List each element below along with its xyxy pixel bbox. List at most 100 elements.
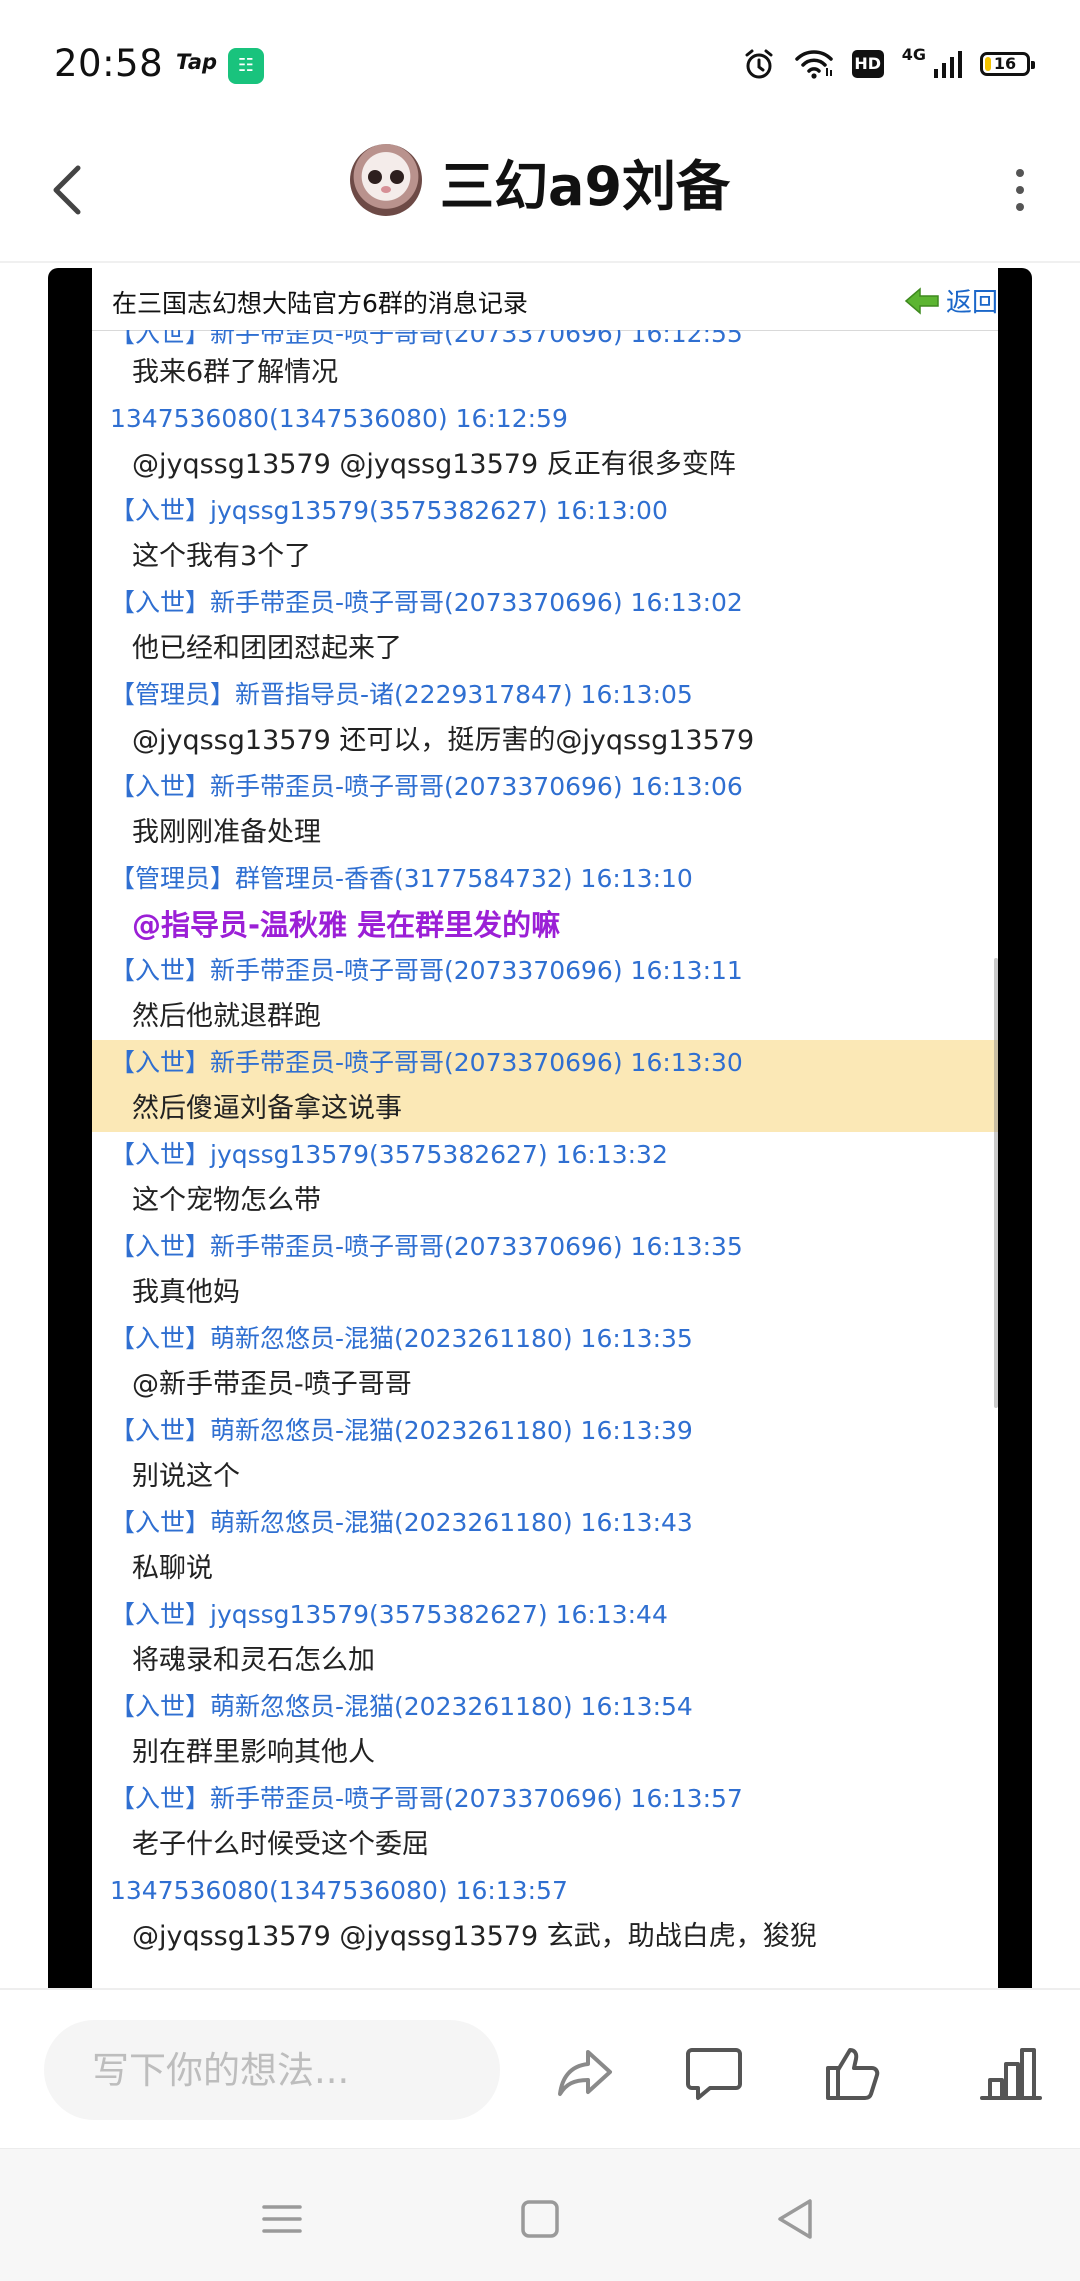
message-text: 别说这个 [132,1461,240,1492]
hd-icon: HD [851,50,884,78]
menu-icon [262,2205,302,2233]
message-text: 这个我有3个了 [132,541,312,572]
post-action-bar [0,1988,1080,2150]
battery-icon: 16 [980,52,1035,76]
message: 【管理员】新晋指导员-诸(2229317847) 16:13:05 @jyqssg… [92,672,998,764]
chat-record-title: 在三国志幻想大陆官方6群的消息记录 [112,289,528,318]
page-title[interactable]: 三幻a9刘备 [440,142,730,221]
back-button[interactable] [40,150,100,230]
message-text: 别在群里影响其他人 [132,1737,375,1768]
message-text: 老子什么时候受这个委屈 [132,1829,429,1860]
system-back-button[interactable] [766,2189,826,2249]
message: 【入世】jyqssg13579(3575382627) 16:13:32 这个宠物… [92,1132,998,1224]
status-time: 20:58 [54,42,164,85]
battery-level: 16 [993,54,1017,73]
chat-record-back-label: 返回 [945,288,998,318]
message-highlighted: 【入世】新手带歪员-喷子哥哥(2073370696) 16:13:30 然后傻逼刘… [92,1040,998,1132]
more-vertical-icon [1016,169,1024,177]
message-sender: 【入世】新手带歪员-喷子哥哥(2073370696) 16:13:06 [110,772,743,801]
header-divider [0,261,1080,263]
triangle-back-icon [778,2199,812,2239]
message-sender: 【入世】新手带歪员-喷子哥哥(2073370696) 16:13:30 [110,1048,743,1077]
avatar-eye-right [390,170,404,184]
share-button[interactable] [548,2034,624,2110]
message: 【入世】新手带歪员-喷子哥哥(2073370696) 16:13:35 我真他妈 [92,1224,998,1316]
message-text: 我刚刚准备处理 [132,817,321,848]
stats-button[interactable] [974,2034,1050,2110]
message-text: 私聊说 [132,1553,213,1584]
message: 【入世】萌新忽悠员-混猫(2023261180) 16:13:43 私聊说 [92,1500,998,1592]
message-text: @jyqssg13579 @jyqssg13579 反正有很多变阵 [132,449,736,480]
message-sender: 【管理员】群管理员-香香(3177584732) 16:13:10 [110,864,693,893]
message-sender: 【入世】新手带歪员-喷子哥哥(2073370696) 16:13:57 [110,1784,743,1813]
message-text: 然后他就退群跑 [132,1001,321,1032]
message-sender: 【入世】萌新忽悠员-混猫(2023261180) 16:13:43 [110,1508,693,1537]
tap-app-icon: Tap [176,50,218,74]
avatar[interactable] [350,144,422,216]
message: 1347536080(1347536080) 16:13:57 @jyqssg13… [92,1868,998,1960]
status-bar: 20:58 Tap ☷ HD 4G 16 [0,0,1080,120]
message-sender: 【入世】新手带歪员-喷子哥哥(2073370696) 16:12:55 [110,330,743,348]
message: 【入世】jyqssg13579(3575382627) 16:13:00 这个我有… [92,488,998,580]
chevron-left-icon [53,165,81,215]
message-sender: 1347536080(1347536080) 16:12:59 [110,404,568,433]
signal-icon [932,49,962,79]
more-dot [1016,186,1024,194]
more-dot [1016,203,1024,211]
message-sender: 【入世】jyqssg13579(3575382627) 16:13:00 [110,496,668,525]
alarm-icon [742,47,776,81]
message-text: @jyqssg13579 还可以，挺厉害的@jyqssg13579 [132,725,755,756]
message-sender: 【入世】jyqssg13579(3575382627) 16:13:32 [110,1140,668,1169]
message: 【管理员】群管理员-香香(3177584732) 16:13:10 @指导员-温秋… [92,856,998,948]
message-text: 我来6群了解情况 [132,357,339,388]
message: 【入世】新手带歪员-喷子哥哥(2073370696) 16:13:11 然后他就退… [92,948,998,1040]
like-button[interactable] [814,2034,890,2110]
message: 【入世】新手带歪员-喷子哥哥(2073370696) 16:13:06 我刚刚准备… [92,764,998,856]
scrollbar [994,958,998,1408]
avatar-nose [381,186,391,193]
square-home-icon [521,2200,559,2238]
thumbs-up-icon [826,2048,880,2100]
network-type: 4G [901,45,926,64]
avatar-eye-left [368,170,382,184]
chat-record-header: 在三国志幻想大陆官方6群的消息记录 返回 [92,268,998,331]
chat-record-back: 返回 [904,282,998,319]
battery-tip [1031,61,1035,69]
message-sender: 【入世】萌新忽悠员-混猫(2023261180) 16:13:39 [110,1416,693,1445]
bar-chart-icon [980,2048,1042,2100]
message-text: 我真他妈 [132,1277,240,1308]
message: 【入世】新手带歪员-喷子哥哥(2073370696) 16:13:57 老子什么时… [92,1776,998,1868]
message-text: 他已经和团团怼起来了 [132,633,402,664]
message: 1347536080(1347536080) 16:12:59 @jyqssg13… [92,396,998,488]
message-sender: 【入世】新手带歪员-喷子哥哥(2073370696) 16:13:11 [110,956,743,985]
message: 【入世】新手带歪员-喷子哥哥(2073370696) 16:13:02 他已经和团… [92,580,998,672]
status-icons: HD 4G 16 [742,44,1035,84]
post-image[interactable]: 在三国志幻想大陆官方6群的消息记录 返回 【入世】新手带歪员-喷子哥哥(2073… [48,268,1032,1988]
message: 【入世】新手带歪员-喷子哥哥(2073370696) 16:12:55 我来6群了… [92,330,998,396]
share-icon [558,2050,612,2096]
message: 【入世】萌新忽悠员-混猫(2023261180) 16:13:35 @新手带歪员-… [92,1316,998,1408]
message-sender: 【入世】jyqssg13579(3575382627) 16:13:44 [110,1600,668,1629]
home-button[interactable] [510,2189,570,2249]
message-text: 然后傻逼刘备拿这说事 [132,1093,402,1124]
comment-button[interactable] [676,2034,752,2110]
post-header: 三幻a9刘备 [0,120,1080,260]
comment-input[interactable] [44,2020,500,2120]
more-options-button[interactable] [1000,154,1040,226]
message-sender: 1347536080(1347536080) 16:13:57 [110,1876,568,1905]
message: 【入世】jyqssg13579(3575382627) 16:13:44 将魂录和… [92,1592,998,1684]
chat-record-screenshot: 在三国志幻想大陆官方6群的消息记录 返回 【入世】新手带歪员-喷子哥哥(2073… [92,268,998,1988]
message-text: @新手带歪员-喷子哥哥 [132,1369,412,1400]
message-sender: 【管理员】新晋指导员-诸(2229317847) 16:13:05 [110,680,693,709]
message-text: 这个宠物怎么带 [132,1185,321,1216]
message-text: @指导员-温秋雅 是在群里发的嘛 [132,908,561,942]
menu-button[interactable] [252,2189,312,2249]
message-sender: 【入世】萌新忽悠员-混猫(2023261180) 16:13:54 [110,1692,693,1721]
message-sender: 【入世】新手带歪员-喷子哥哥(2073370696) 16:13:02 [110,588,743,617]
message-sender: 【入世】萌新忽悠员-混猫(2023261180) 16:13:35 [110,1324,693,1353]
message-sender: 【入世】新手带歪员-喷子哥哥(2073370696) 16:13:35 [110,1232,743,1261]
message-text: @jyqssg13579 @jyqssg13579 玄武，助战白虎，狻猊 [132,1921,817,1952]
message-text: 将魂录和灵石怎么加 [132,1645,375,1676]
message: 【入世】萌新忽悠员-混猫(2023261180) 16:13:39 别说这个 [92,1408,998,1500]
green-app-icon: ☷ [228,48,264,84]
